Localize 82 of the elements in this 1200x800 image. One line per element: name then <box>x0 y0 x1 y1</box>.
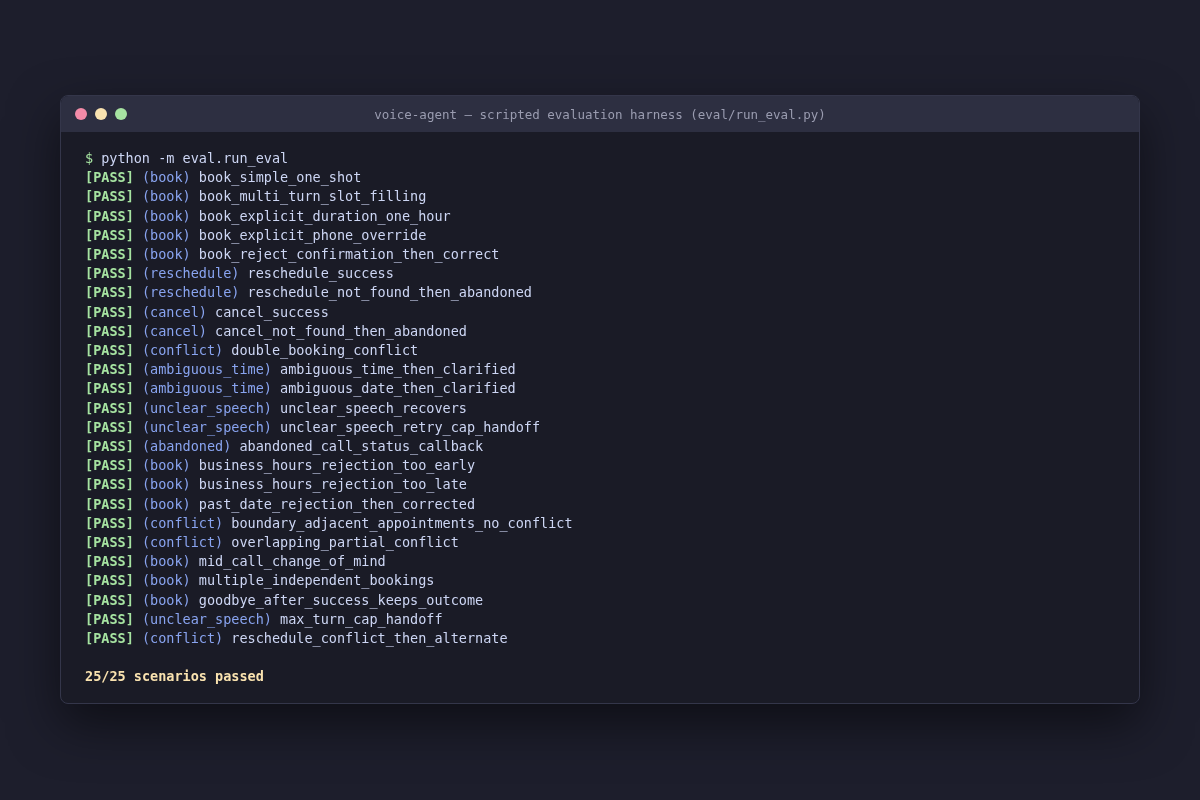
scenario-name: reschedule_success <box>247 264 394 284</box>
status-label: [PASS] <box>85 590 134 610</box>
scenario-name: boundary_adjacent_appointments_no_conflict <box>231 513 573 534</box>
scenario-name: abandoned_call_status_callback <box>239 437 484 457</box>
scenario-name: book_multi_turn_slot_filling <box>198 187 427 207</box>
scenario-name: past_date_rejection_then_corrected <box>198 494 476 514</box>
category-label: (cancel) <box>141 321 207 341</box>
category-label: (unclear_speech) <box>141 609 272 630</box>
status-label: [PASS] <box>85 533 134 553</box>
category-label: (conflict) <box>141 629 224 649</box>
scenario-name: business_hours_rejection_too_late <box>198 475 467 495</box>
status-label: [PASS] <box>85 245 134 264</box>
close-icon[interactable] <box>75 108 87 120</box>
scenario-name: max_turn_cap_handoff <box>280 609 443 630</box>
scenario-name: book_explicit_duration_one_hour <box>198 206 451 226</box>
scenario-name: overlapping_partial_conflict <box>231 533 459 553</box>
scenario-name: book_simple_one_shot <box>198 168 362 188</box>
category-label: (abandoned) <box>141 437 232 457</box>
status-label: [PASS] <box>85 283 134 303</box>
scenario-name: goodbye_after_success_keeps_outcome <box>198 590 484 610</box>
category-label: (book) <box>141 590 191 610</box>
category-label: (book) <box>141 571 191 591</box>
category-label: (reschedule) <box>141 264 240 284</box>
scenario-name: double_booking_conflict <box>231 341 419 361</box>
status-label: [PASS] <box>85 187 134 207</box>
status-label: [PASS] <box>85 552 134 572</box>
category-label: (book) <box>141 187 191 207</box>
prompt-symbol: $ <box>85 149 94 168</box>
scenario-name: ambiguous_time_then_clarified <box>280 360 516 380</box>
status-label: [PASS] <box>85 398 134 418</box>
status-label: [PASS] <box>85 571 134 591</box>
status-label: [PASS] <box>85 360 134 380</box>
summary-text: 25/25 scenarios passed <box>85 667 265 687</box>
category-label: (unclear_speech) <box>141 417 272 438</box>
category-label: (book) <box>141 475 191 495</box>
category-label: (ambiguous_time) <box>141 360 272 380</box>
scenario-name: ambiguous_date_then_clarified <box>280 379 516 399</box>
maximize-icon[interactable] <box>115 108 127 120</box>
status-label: [PASS] <box>85 513 134 533</box>
category-label: (unclear_speech) <box>141 398 272 418</box>
scenario-name: mid_call_change_of_mind <box>198 552 386 572</box>
category-label: (book) <box>141 225 191 245</box>
category-label: (book) <box>141 245 191 264</box>
category-label: (conflict) <box>141 513 224 533</box>
status-label: [PASS] <box>85 609 134 629</box>
scenario-name: multiple_independent_bookings <box>198 571 435 591</box>
category-label: (book) <box>141 552 191 572</box>
scenario-name: reschedule_conflict_then_alternate <box>231 629 508 649</box>
command-text: python -m eval.run_eval <box>101 149 289 169</box>
scenario-name: reschedule_not_found_then_abandoned <box>247 283 532 303</box>
status-label: [PASS] <box>85 225 134 245</box>
status-label: [PASS] <box>85 206 134 226</box>
status-label: [PASS] <box>85 341 134 361</box>
scenario-name: book_explicit_phone_override <box>198 225 427 245</box>
category-label: (book) <box>141 168 191 188</box>
scenario-name: cancel_not_found_then_abandoned <box>215 321 467 342</box>
window-title: voice-agent — scripted evaluation harness (eval/run_eval.py) <box>373 106 827 122</box>
status-label: [PASS] <box>85 321 134 341</box>
scenario-name: business_hours_rejection_too_early <box>198 456 476 476</box>
scenario-name: book_reject_confirmation_then_correct <box>198 245 500 265</box>
category-label: (cancel) <box>141 302 207 322</box>
scenario-name: unclear_speech_recovers <box>280 398 467 418</box>
category-label: (ambiguous_time) <box>141 379 272 399</box>
status-label: [PASS] <box>85 417 134 437</box>
scenario-name: cancel_success <box>215 302 329 322</box>
minimize-icon[interactable] <box>95 108 107 120</box>
category-label: (conflict) <box>141 533 224 553</box>
status-label: [PASS] <box>85 437 134 457</box>
scenario-name: unclear_speech_retry_cap_handoff <box>280 417 541 438</box>
category-label: (book) <box>141 494 191 514</box>
status-label: [PASS] <box>85 475 134 495</box>
status-label: [PASS] <box>85 629 134 649</box>
status-label: [PASS] <box>85 302 134 322</box>
category-label: (conflict) <box>141 341 224 361</box>
category-label: (book) <box>141 456 191 476</box>
status-label: [PASS] <box>85 456 134 476</box>
category-label: (book) <box>141 206 191 226</box>
status-label: [PASS] <box>85 494 134 514</box>
status-label: [PASS] <box>85 379 134 399</box>
category-label: (reschedule) <box>141 283 240 303</box>
status-label: [PASS] <box>85 168 134 188</box>
status-label: [PASS] <box>85 264 134 284</box>
